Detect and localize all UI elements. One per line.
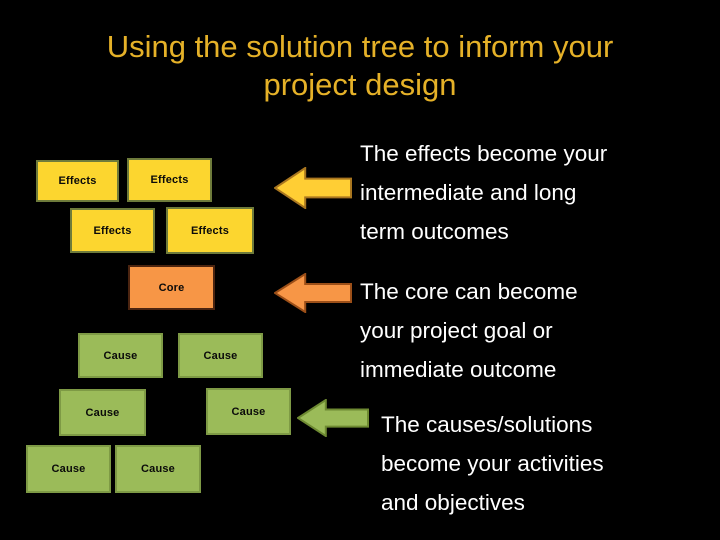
tree-node-label: Effects xyxy=(93,224,132,237)
tree-node-label: Effects xyxy=(150,174,189,186)
tree-node-label: Cause xyxy=(203,349,238,362)
tree-node-core-1: Core xyxy=(128,265,215,310)
tree-node-label: Effects xyxy=(190,224,230,237)
page-title: Using the solution tree to inform your p… xyxy=(106,29,614,102)
tree-node-label: Cause xyxy=(103,349,138,362)
tree-node-label: Effects xyxy=(58,175,97,187)
tree-node-effects-1: Effects xyxy=(36,160,119,202)
callout-effects: The effects become your intermediate and… xyxy=(360,141,608,244)
slide-canvas: Using the solution tree to inform your p… xyxy=(0,0,720,540)
tree-node-cause-1: Cause xyxy=(78,333,163,378)
tree-node-effects-4: Effects xyxy=(166,207,254,254)
tree-node-cause-2: Cause xyxy=(178,333,263,378)
callout-causes: The causes/solutions become your activit… xyxy=(381,412,604,515)
tree-node-cause-5: Cause xyxy=(26,445,111,493)
tree-node-effects-3: Effects xyxy=(70,208,155,253)
arrow-effects-icon xyxy=(274,167,352,209)
tree-node-label: Cause xyxy=(85,406,120,419)
arrow-core-icon xyxy=(274,273,352,313)
arrow-cause-icon xyxy=(297,399,369,437)
tree-node-cause-4: Cause xyxy=(206,388,291,435)
tree-node-cause-3: Cause xyxy=(59,389,146,436)
tree-node-label: Cause xyxy=(231,405,266,418)
tree-node-label: Cause xyxy=(51,463,86,475)
tree-node-label: Core xyxy=(158,281,185,294)
callout-core: The core can become your project goal or… xyxy=(360,279,578,382)
tree-node-cause-6: Cause xyxy=(115,445,201,493)
tree-node-effects-2: Effects xyxy=(127,158,212,202)
tree-node-label: Cause xyxy=(140,463,176,475)
